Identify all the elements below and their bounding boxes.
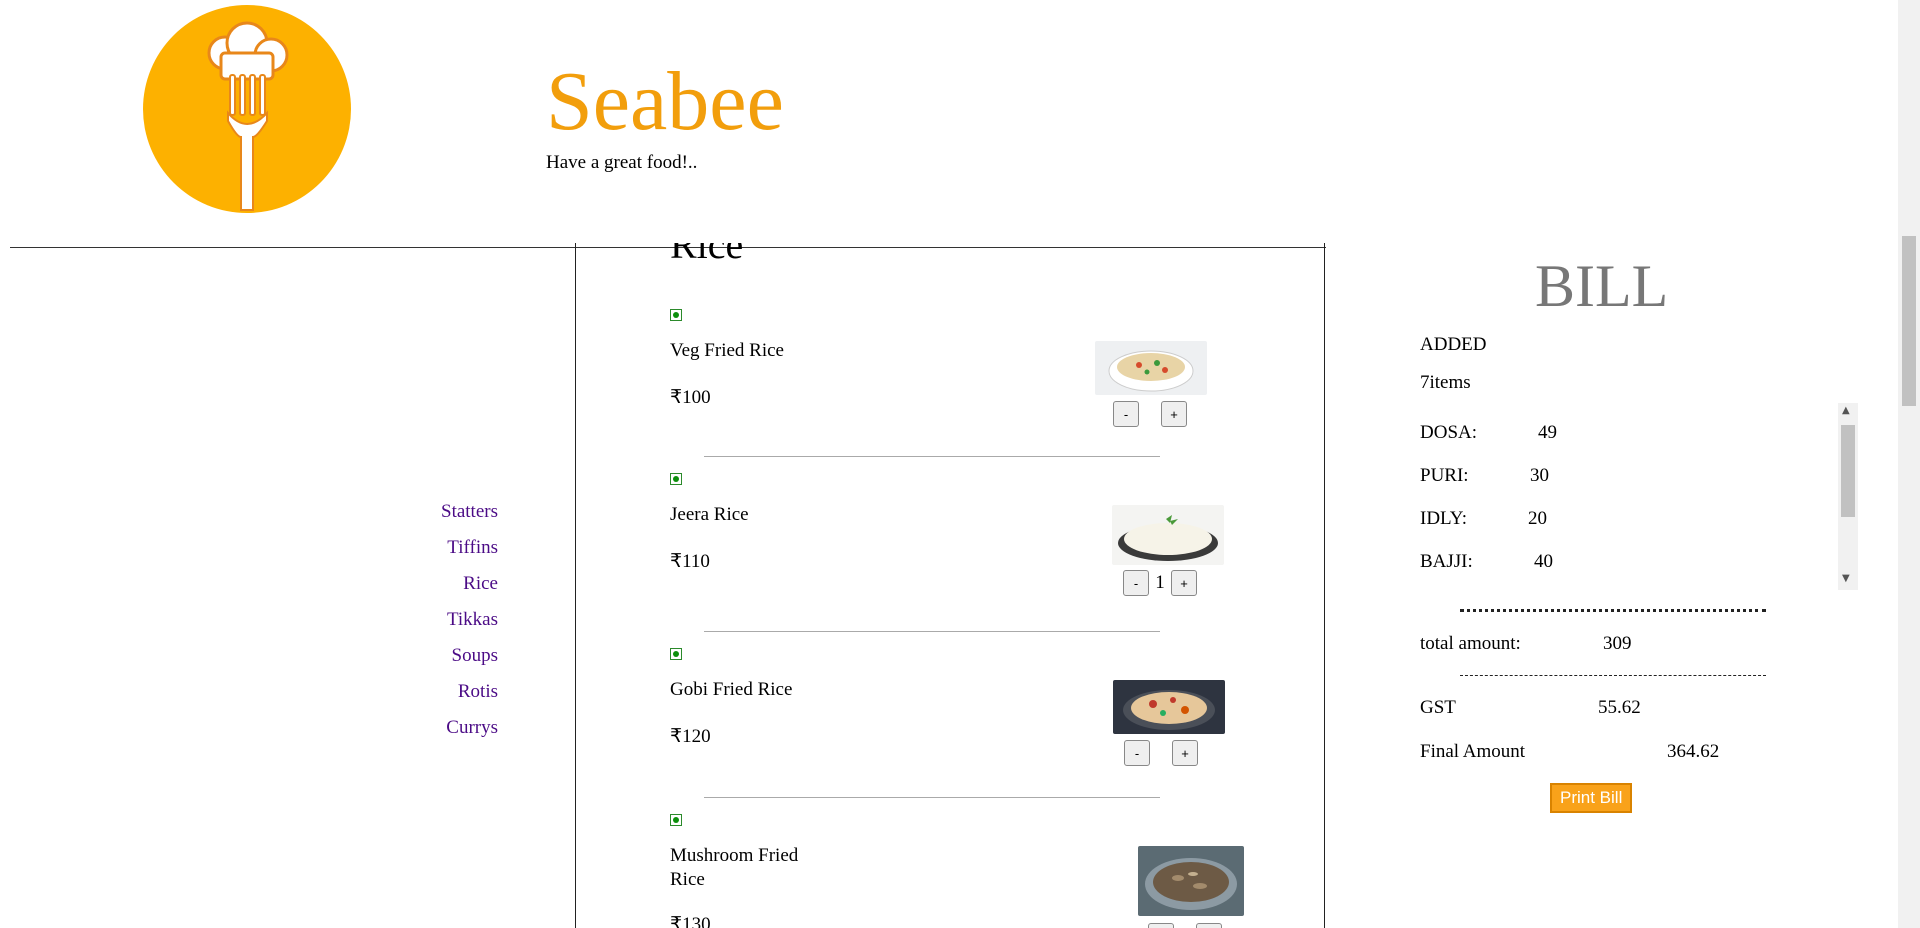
gobi-fried-rice-image	[1113, 680, 1225, 734]
item-price: ₹100	[670, 387, 711, 408]
quantity-value: 1	[1155, 572, 1165, 593]
bill-line: PURI: 30	[1420, 465, 1549, 487]
veg-icon	[670, 473, 682, 485]
bill-line-amount: 40	[1534, 551, 1553, 572]
bill-line-name: DOSA:	[1420, 422, 1478, 443]
bill-items-list: DOSA: 49 PURI: 30 IDLY: 20 BAJJI: 40	[1420, 404, 1860, 590]
item-divider	[704, 456, 1160, 457]
decrease-button[interactable]: -	[1113, 401, 1139, 427]
nav-item-tikkas[interactable]: Tikkas	[441, 602, 498, 638]
page-scrollbar[interactable]	[1898, 0, 1920, 928]
category-nav: Statters Tiffins Rice Tikkas Soups Rotis…	[441, 494, 498, 746]
increase-button[interactable]: +	[1172, 740, 1198, 766]
scroll-thumb[interactable]	[1841, 425, 1855, 517]
item-name: Mushroom Fried Rice	[670, 845, 799, 890]
print-bill-button[interactable]: Print Bill	[1550, 783, 1633, 813]
bill-title: BILL	[1535, 253, 1669, 319]
total-value: 309	[1603, 633, 1632, 654]
increase-button[interactable]: +	[1161, 401, 1187, 427]
bill-line: BAJJI: 40	[1420, 551, 1553, 573]
item-name: Veg Fried Rice	[670, 340, 784, 361]
decrease-button[interactable]: -	[1148, 923, 1174, 928]
bill-line-name: PURI:	[1420, 465, 1469, 486]
nav-item-statters[interactable]: Statters	[441, 494, 498, 530]
veg-icon	[670, 648, 682, 660]
bill-line-name: IDLY:	[1420, 508, 1468, 529]
jeera-rice-image	[1112, 505, 1224, 565]
item-price: ₹130	[670, 914, 711, 928]
item-divider	[704, 631, 1160, 632]
increase-button[interactable]: +	[1196, 923, 1222, 928]
item-price: ₹120	[670, 726, 711, 747]
increase-button[interactable]: +	[1171, 570, 1197, 596]
veg-fried-rice-image	[1095, 341, 1207, 395]
section-title: Rice	[670, 243, 744, 267]
nav-item-tiffins[interactable]: Tiffins	[441, 530, 498, 566]
logo	[143, 5, 351, 213]
quantity-stepper: - +	[1113, 401, 1187, 427]
quantity-stepper: - +	[1124, 740, 1198, 766]
final-amount-label: Final Amount	[1420, 741, 1526, 762]
page-scroll-thumb[interactable]	[1902, 236, 1916, 406]
decrease-button[interactable]: -	[1124, 740, 1150, 766]
scroll-down-icon[interactable]: ▼	[1842, 573, 1850, 584]
final-amount-value: 364.62	[1667, 741, 1720, 762]
quantity-stepper: - +	[1148, 923, 1222, 928]
bill-line-name: BAJJI:	[1420, 551, 1473, 572]
nav-item-rice[interactable]: Rice	[441, 566, 498, 602]
total-label: total amount:	[1420, 633, 1521, 654]
quantity-stepper: - 1 +	[1123, 570, 1197, 596]
item-name: Gobi Fried Rice	[670, 679, 793, 700]
veg-icon	[670, 309, 682, 321]
dashed-divider	[1460, 675, 1766, 676]
bill-list-scrollbar[interactable]: ▲ ▼	[1838, 403, 1858, 590]
menu-panel: Rice Veg Fried Rice ₹100 - + Jeera Rice …	[575, 243, 1325, 928]
bill-line-amount: 20	[1528, 508, 1547, 529]
nav-item-currys[interactable]: Currys	[441, 710, 498, 746]
decrease-button[interactable]: -	[1123, 570, 1149, 596]
brand-name: Seabee	[546, 55, 784, 148]
nav-item-rotis[interactable]: Rotis	[441, 674, 498, 710]
bill-line-amount: 49	[1538, 422, 1557, 443]
chef-hat-fork-icon	[207, 21, 289, 211]
tagline: Have a great food!..	[546, 152, 698, 173]
item-divider	[704, 797, 1160, 798]
added-label: ADDED	[1420, 334, 1487, 355]
nav-item-soups[interactable]: Soups	[441, 638, 498, 674]
bill-line: IDLY: 20	[1420, 508, 1547, 530]
dotted-divider	[1460, 609, 1766, 612]
gst-value: 55.62	[1598, 697, 1641, 718]
gst-label: GST	[1420, 697, 1456, 718]
scroll-up-icon[interactable]: ▲	[1842, 405, 1850, 416]
bill-line-amount: 30	[1530, 465, 1549, 486]
items-count: 7items	[1420, 372, 1471, 393]
veg-icon	[670, 814, 682, 826]
item-name: Jeera Rice	[670, 504, 749, 525]
mushroom-fried-rice-image	[1138, 846, 1244, 916]
item-price: ₹110	[670, 551, 710, 572]
bill-line: DOSA: 49	[1420, 422, 1557, 444]
